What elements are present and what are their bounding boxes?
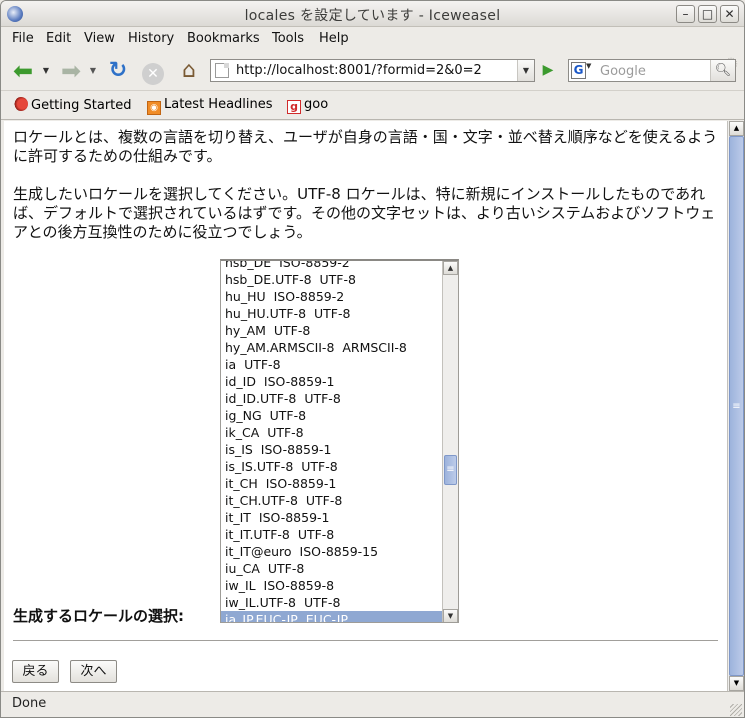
menu-bookmarks[interactable]: Bookmarks [187,31,260,46]
back-arrow-icon[interactable]: ⬅ [9,58,37,84]
rss-feed-icon: ◉ [147,101,161,115]
scroll-up-icon[interactable]: ▲ [729,121,744,136]
locale-option[interactable]: hsb_DE ISO-8859-2 [221,261,442,271]
maximize-button[interactable]: □ [698,5,717,23]
instruction-paragraph: 生成したいロケールを選択してください。UTF-8 ロケールは、特に新規にインスト… [13,185,716,241]
scroll-up-icon[interactable]: ▲ [443,261,458,275]
locale-option[interactable]: it_IT ISO-8859-1 [221,509,442,526]
menu-history[interactable]: History [128,31,174,46]
search-input[interactable] [600,63,705,79]
locale-select-label: 生成するロケールの選択: [13,607,184,625]
menu-help[interactable]: Help [319,31,349,46]
reload-icon[interactable]: ↻ [105,58,131,84]
navigation-toolbar: ⬅ ▼ ➡ ▼ ↻ ✕ ⌂ http://localhost:8001/?for… [1,51,744,91]
stop-icon[interactable]: ✕ [141,58,165,85]
home-icon[interactable]: ⌂ [176,58,202,84]
close-button[interactable]: ✕ [720,5,739,23]
chevron-down-icon: ▼ [586,62,592,70]
locale-option[interactable]: is_IS.UTF-8 UTF-8 [221,458,442,475]
page-favicon-icon [215,63,229,78]
scroll-down-icon[interactable]: ▼ [443,609,458,622]
bookmark-latest-headlines[interactable]: ◉ Latest Headlines [147,97,273,115]
status-text: Done [12,696,47,711]
locale-option[interactable]: hy_AM UTF-8 [221,322,442,339]
locale-option[interactable]: id_ID.UTF-8 UTF-8 [221,390,442,407]
minimize-button[interactable]: – [676,5,695,23]
search-bar[interactable]: G▼ 🔍︎ [568,59,736,82]
locale-option[interactable]: hu_HU.UTF-8 UTF-8 [221,305,442,322]
locale-option[interactable]: it_CH.UTF-8 UTF-8 [221,492,442,509]
menu-bar: File Edit View History Bookmarks Tools H… [1,27,744,74]
locale-option[interactable]: is_IS ISO-8859-1 [221,441,442,458]
locale-option-selected[interactable]: ja_JP.EUC-JP EUC-JP [221,611,442,622]
locale-listbox[interactable]: hsb_DE ISO-8859-2 hsb_DE.UTF-8 UTF-8 hu_… [220,259,459,623]
url-history-dropdown-icon[interactable]: ▼ [517,60,534,81]
menu-edit[interactable]: Edit [46,31,71,46]
browser-window: locales を設定しています - Iceweasel – □ ✕ File … [0,0,745,718]
locale-option[interactable]: ia UTF-8 [221,356,442,373]
bookmark-favicon-icon [14,97,28,111]
menu-view[interactable]: View [84,31,115,46]
back-button[interactable]: 戻る [12,660,59,683]
bookmark-goo[interactable]: g goo [287,97,328,115]
bookmarks-toolbar: Getting Started ◉ Latest Headlines g goo [1,92,744,120]
locale-option[interactable]: ig_NG UTF-8 [221,407,442,424]
menu-file[interactable]: File [12,31,34,46]
bookmark-getting-started[interactable]: Getting Started [14,97,132,115]
locale-options: hsb_DE ISO-8859-2 hsb_DE.UTF-8 UTF-8 hu_… [221,261,442,622]
goo-favicon-icon: g [287,100,301,114]
window-title: locales を設定しています - Iceweasel [244,8,501,24]
page-content: ロケールとは、複数の言語を切り替え、ユーザが自身の言語・国・文字・並べ替え順序な… [4,121,727,691]
search-magnifier-icon[interactable]: 🔍︎ [710,60,735,81]
go-arrow-icon[interactable]: ▶ [538,60,558,81]
locale-option[interactable]: it_IT.UTF-8 UTF-8 [221,526,442,543]
bookmark-label: Getting Started [31,98,132,113]
locale-option[interactable]: hsb_DE.UTF-8 UTF-8 [221,271,442,288]
locale-option[interactable]: iu_CA UTF-8 [221,560,442,577]
menu-tools[interactable]: Tools [272,31,304,46]
locale-option[interactable]: it_CH ISO-8859-1 [221,475,442,492]
listbox-scrollbar[interactable]: ▲ ≡ ▼ [442,261,458,622]
next-button[interactable]: 次へ [70,660,117,683]
url-bar[interactable]: http://localhost:8001/?formid=2&0=2 ▼ [210,59,535,82]
google-logo-icon: G [571,62,586,79]
locale-option[interactable]: id_ID ISO-8859-1 [221,373,442,390]
search-engine-selector[interactable]: G ▼ [571,62,595,80]
scroll-down-icon[interactable]: ▼ [729,676,744,691]
status-bar: Done [1,691,744,717]
bookmark-label: goo [304,97,329,112]
locale-option[interactable]: iw_IL ISO-8859-8 [221,577,442,594]
bookmark-label: Latest Headlines [164,97,273,112]
back-history-dropdown-icon[interactable]: ▼ [40,58,52,84]
locale-option[interactable]: ik_CA UTF-8 [221,424,442,441]
forward-history-dropdown-icon[interactable]: ▼ [87,58,99,84]
locale-option[interactable]: hu_HU ISO-8859-2 [221,288,442,305]
url-text[interactable]: http://localhost:8001/?formid=2&0=2 [236,63,482,78]
locale-option[interactable]: hy_AM.ARMSCII-8 ARMSCII-8 [221,339,442,356]
page-scroll-thumb[interactable]: ≡ [729,136,744,676]
locale-option[interactable]: it_IT@euro ISO-8859-15 [221,543,442,560]
resize-grip-icon[interactable] [730,704,742,716]
locale-option[interactable]: iw_IL.UTF-8 UTF-8 [221,594,442,611]
page-scrollbar[interactable]: ▲ ≡ ▼ [727,121,744,691]
title-bar: locales を設定しています - Iceweasel – □ ✕ [1,1,744,27]
intro-paragraph: ロケールとは、複数の言語を切り替え、ユーザが自身の言語・国・文字・並べ替え順序な… [13,128,718,165]
divider [13,640,718,642]
listbox-scroll-thumb[interactable]: ≡ [444,455,457,485]
forward-arrow-icon[interactable]: ➡ [57,58,85,84]
